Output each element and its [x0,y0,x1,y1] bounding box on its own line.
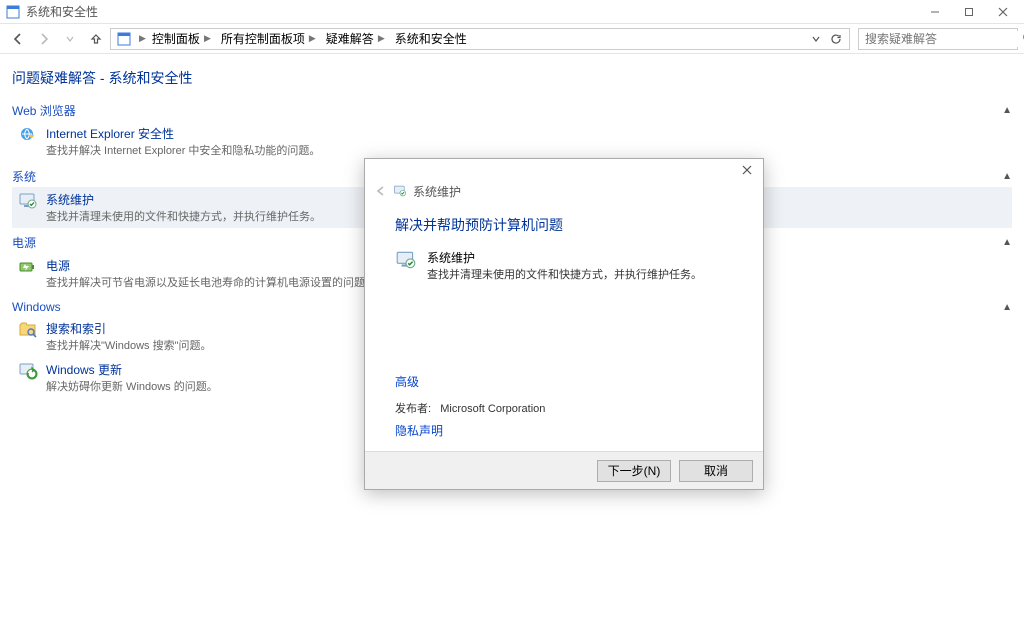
search-folder-icon [18,320,38,340]
page-title: 问题疑难解答 - 系统和安全性 [12,68,1012,88]
section-header-web[interactable]: Web 浏览器 ▲ [12,102,1012,119]
refresh-button[interactable] [827,30,845,48]
navbar: ▶ 控制面板 ▶ 所有控制面板项 ▶ 疑难解答 ▶ 系统和安全性 [0,24,1024,54]
collapse-icon: ▲ [1002,302,1012,313]
back-button[interactable] [6,27,30,51]
collapse-icon: ▲ [1002,237,1012,248]
maximize-button[interactable] [952,2,986,22]
address-icon [115,30,133,48]
window-controls [918,2,1020,22]
chevron-right-icon: ▶ [378,33,385,44]
maintenance-icon [18,191,38,211]
dialog-body: 解决并帮助预防计算机问题 系统维护 查找并清理未使用的文件和快捷方式，并执行维护… [365,201,763,451]
breadcrumb-label: 所有控制面板项 [221,30,305,47]
breadcrumb-sep-icon: ▶ [139,33,146,44]
collapse-icon: ▲ [1002,105,1012,116]
publisher-line: 发布者: Microsoft Corporation [395,400,733,416]
window-title: 系统和安全性 [26,3,98,20]
dialog-item: 系统维护 查找并清理未使用的文件和快捷方式，并执行维护任务。 [395,249,733,282]
close-button[interactable] [986,2,1020,22]
collapse-icon: ▲ [1002,171,1012,182]
section-title: Windows [12,300,61,314]
breadcrumb-item[interactable]: 所有控制面板项 ▶ [215,29,320,49]
next-button[interactable]: 下一步(N) [597,460,671,482]
breadcrumb-label: 系统和安全性 [395,30,467,47]
item-desc: 查找并解决"Windows 搜索"问题。 [46,337,212,353]
publisher-value: Microsoft Corporation [440,403,545,415]
dialog-item-label: 系统维护 [427,249,702,266]
app-icon [6,5,20,19]
search-input[interactable] [863,31,1022,47]
dialog-breadcrumb: 系统维护 [365,181,763,201]
breadcrumb-item[interactable]: 疑难解答 ▶ [320,29,389,49]
item-desc: 查找并清理未使用的文件和快捷方式，并执行维护任务。 [46,208,321,224]
item-label: 系统维护 [46,191,321,208]
chevron-right-icon: ▶ [204,33,211,44]
item-desc: 解决妨碍你更新 Windows 的问题。 [46,378,218,394]
item-label: 电源 [46,257,376,274]
address-history-dropdown[interactable] [807,30,825,48]
item-label: 搜索和索引 [46,320,212,337]
item-label: Internet Explorer 安全性 [46,125,320,142]
breadcrumb-item[interactable]: 系统和安全性 [389,29,471,49]
ie-shield-icon [18,125,38,145]
back-arrow-icon [375,185,387,197]
dialog-crumb-label: 系统维护 [413,183,461,200]
publisher-label: 发布者: [395,403,431,415]
breadcrumb-item[interactable]: 控制面板 ▶ [146,29,215,49]
address-bar[interactable]: ▶ 控制面板 ▶ 所有控制面板项 ▶ 疑难解答 ▶ 系统和安全性 [110,28,850,50]
troubleshoot-wizard-dialog: 系统维护 解决并帮助预防计算机问题 系统维护 查找并清理未使用的文件和快捷方式，… [364,158,764,490]
item-desc: 查找并解决可节省电源以及延长电池寿命的计算机电源设置的问题。 [46,274,376,290]
maintenance-icon [395,249,417,271]
dialog-title: 解决并帮助预防计算机问题 [395,215,733,235]
chevron-right-icon: ▶ [309,33,316,44]
item-label: Windows 更新 [46,361,218,378]
update-icon [18,361,38,381]
search-box[interactable] [858,28,1018,50]
item-desc: 查找并解决 Internet Explorer 中安全和隐私功能的问题。 [46,142,320,158]
breadcrumb-label: 疑难解答 [326,30,374,47]
up-button[interactable] [84,27,108,51]
power-icon [18,257,38,277]
dialog-close-button[interactable] [733,161,761,179]
dialog-titlebar [365,159,763,181]
dialog-item-desc: 查找并清理未使用的文件和快捷方式，并执行维护任务。 [427,266,702,282]
dialog-footer: 下一步(N) 取消 [365,451,763,489]
cancel-button[interactable]: 取消 [679,460,753,482]
dialog-crumb-icon [393,184,407,198]
section-title: Web 浏览器 [12,102,76,119]
item-ie-security[interactable]: Internet Explorer 安全性 查找并解决 Internet Exp… [12,121,1012,162]
privacy-link[interactable]: 隐私声明 [395,422,733,439]
section-title: 系统 [12,168,36,185]
minimize-button[interactable] [918,2,952,22]
breadcrumb-label: 控制面板 [152,30,200,47]
recent-dropdown[interactable] [58,27,82,51]
advanced-link[interactable]: 高级 [395,373,733,390]
titlebar: 系统和安全性 [0,0,1024,24]
section-title: 电源 [12,234,36,251]
forward-button[interactable] [32,27,56,51]
